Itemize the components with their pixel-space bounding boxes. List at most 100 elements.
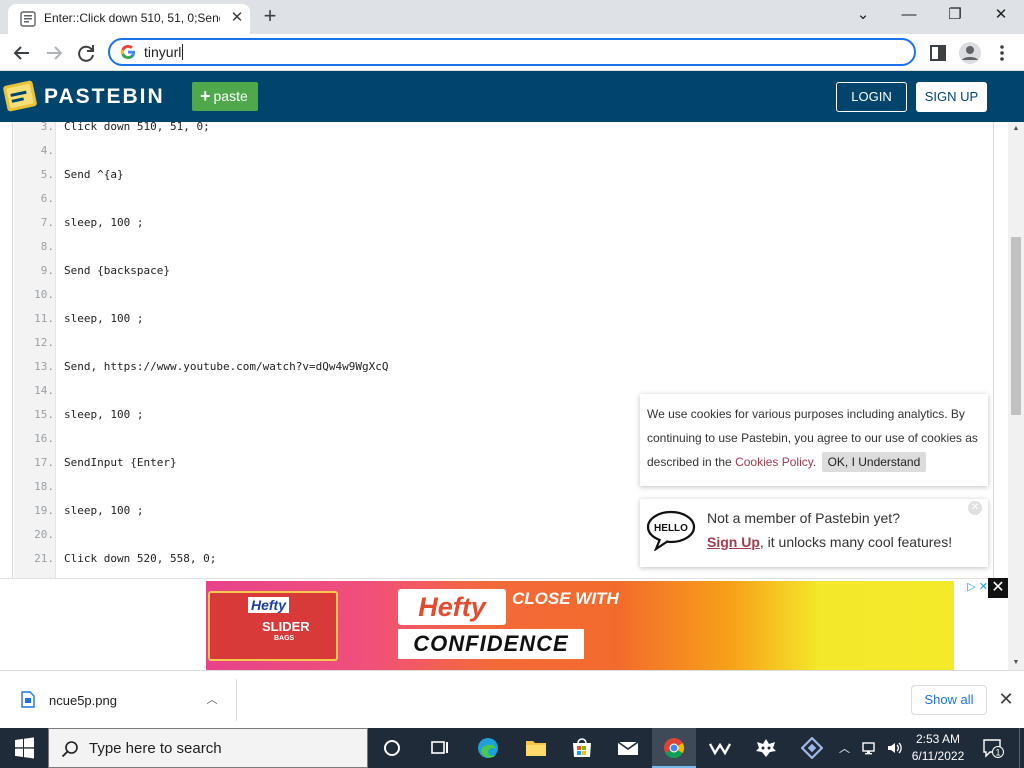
line-number: 12.: [34, 336, 54, 349]
member-prompt-text: Not a member of Pastebin yet?: [707, 510, 900, 526]
code-line: 12.: [14, 331, 994, 355]
mail-icon[interactable]: [606, 728, 650, 768]
windows-taskbar: Type here to search ︿ 2:53 AM 6/11/2022 …: [0, 728, 1024, 768]
tab-title: Enter::Click down 510, 51, 0;Send: [44, 11, 220, 25]
ad-product-box-image: Hefty SLIDER BAGS: [208, 591, 338, 661]
ad-box-sub: BAGS: [274, 635, 295, 642]
signup-button[interactable]: SIGN UP: [916, 82, 987, 112]
vpn-app-icon[interactable]: [698, 728, 742, 768]
clock-date[interactable]: 6/11/2022: [910, 749, 966, 763]
chevron-up-icon[interactable]: ︿: [203, 691, 221, 709]
line-code: Send {backspace}: [64, 264, 170, 277]
tab-close-icon[interactable]: ✕: [228, 9, 246, 27]
downloads-divider: [236, 679, 237, 721]
line-number: 13.: [34, 360, 54, 373]
line-number: 19.: [34, 504, 54, 517]
line-number: 4.: [40, 144, 54, 157]
adchoices-icon[interactable]: ▷ ✕: [958, 580, 988, 596]
svg-text:HELLO: HELLO: [654, 523, 688, 534]
clock-time[interactable]: 2:53 AM: [912, 732, 964, 746]
profile-avatar-icon[interactable]: [957, 40, 983, 66]
signup-prompt: HELLO Not a member of Pastebin yet? Sign…: [640, 499, 988, 567]
line-number: 14.: [34, 384, 54, 397]
ad-headline: CLOSE WITH: [512, 589, 619, 608]
new-tab-button[interactable]: +: [258, 5, 282, 29]
png-file-icon: [21, 691, 35, 708]
side-panel-icon[interactable]: [925, 40, 951, 66]
browser-tab-strip: Enter::Click down 510, 51, 0;Send ✕ + ⌄ …: [0, 0, 1024, 34]
line-number: 3.: [40, 122, 54, 133]
menu-kebab-icon[interactable]: [989, 40, 1015, 66]
line-number: 15.: [34, 408, 54, 421]
game-app-icon[interactable]: [744, 728, 788, 768]
back-arrow-icon[interactable]: [9, 40, 35, 66]
new-paste-button[interactable]: + paste: [192, 82, 258, 111]
close-downloads-icon[interactable]: ✕: [996, 689, 1016, 709]
new-paste-label: paste: [213, 88, 248, 104]
close-icon[interactable]: ✕: [968, 501, 982, 515]
file-explorer-icon[interactable]: [514, 728, 558, 768]
task-view-icon[interactable]: [418, 728, 462, 768]
restore-button[interactable]: ❐: [932, 0, 978, 30]
address-bar-text: tinyurl: [144, 44, 184, 60]
code-line: 6.: [14, 187, 994, 211]
forward-arrow-icon[interactable]: [41, 40, 67, 66]
close-window-button[interactable]: ✕: [978, 0, 1024, 30]
download-filename[interactable]: ncue5p.png: [49, 693, 117, 708]
hello-speech-bubble-icon: HELLO: [646, 510, 696, 551]
ad-box-product: SLIDER: [262, 619, 310, 634]
volume-icon[interactable]: [886, 740, 904, 756]
ad-brand-logo: Hefty: [398, 589, 506, 625]
scroll-up-arrow-icon[interactable]: ▲: [1008, 122, 1024, 136]
code-line: 3. Click down 510, 51, 0;: [14, 122, 994, 139]
line-number: 16.: [34, 432, 54, 445]
show-all-downloads-button[interactable]: Show all: [911, 685, 987, 715]
line-code: sleep, 100 ;: [64, 504, 144, 517]
line-number: 21.: [34, 552, 54, 565]
tab-search-icon[interactable]: ⌄: [840, 0, 886, 30]
code-line: 10.: [14, 283, 994, 307]
login-button[interactable]: LOGIN: [836, 82, 907, 112]
cookie-accept-button[interactable]: OK, I Understand: [821, 452, 927, 472]
code-line: 9. Send {backspace}: [14, 259, 994, 283]
show-desktop-button[interactable]: [1019, 728, 1024, 768]
cookie-text-end: .: [812, 455, 817, 469]
minimize-button[interactable]: —: [886, 0, 932, 30]
tray-overflow-icon[interactable]: ︿: [839, 740, 850, 756]
cookies-policy-link[interactable]: Cookies Policy: [735, 455, 813, 469]
scroll-down-arrow-icon[interactable]: ▼: [1008, 656, 1024, 670]
line-number: 17.: [34, 456, 54, 469]
microsoft-store-icon[interactable]: [560, 728, 604, 768]
line-code: Send ^{a}: [64, 168, 124, 181]
diamond-app-icon[interactable]: [790, 728, 834, 768]
member-prompt-cta-rest: , it unlocks many cool features!: [759, 534, 953, 550]
notification-center-icon[interactable]: 1: [982, 738, 1004, 758]
pastebin-logo-icon[interactable]: [2, 78, 38, 114]
ad-close-button[interactable]: ✕: [988, 578, 1008, 598]
downloads-bar: ncue5p.png ︿ Show all ✕: [0, 670, 1024, 728]
scrollbar-thumb[interactable]: [1011, 237, 1021, 415]
line-number: 18.: [34, 480, 54, 493]
member-prompt-cta: Sign Up, it unlocks many cool features!: [707, 534, 952, 550]
edge-browser-icon[interactable]: [466, 728, 510, 768]
code-line: 13. Send, https://www.youtube.com/watch?v…: [14, 355, 994, 379]
google-icon: [120, 45, 135, 59]
cortana-icon[interactable]: [370, 728, 414, 768]
chrome-browser-icon[interactable]: [652, 728, 696, 768]
line-number: 11.: [34, 312, 54, 325]
line-code: sleep, 100 ;: [64, 408, 144, 421]
address-bar[interactable]: tinyurl: [108, 38, 916, 66]
windows-start-icon[interactable]: [0, 728, 48, 768]
taskbar-search-box[interactable]: Type here to search: [48, 728, 368, 768]
pastebin-brand[interactable]: PASTEBIN: [44, 85, 165, 109]
code-line: 5. Send ^{a}: [14, 163, 994, 187]
hefty-ad-banner[interactable]: Hefty SLIDER BAGS Hefty CLOSE WITH CONFI…: [206, 581, 954, 670]
code-line: 7. sleep, 100 ;: [14, 211, 994, 235]
browser-tab[interactable]: Enter::Click down 510, 51, 0;Send ✕: [8, 4, 250, 34]
line-code: Click down 510, 51, 0;: [64, 122, 210, 133]
network-icon[interactable]: [862, 740, 880, 756]
line-number: 10.: [34, 288, 54, 301]
reload-icon[interactable]: [73, 40, 99, 66]
line-code: SendInput {Enter}: [64, 456, 177, 469]
member-signup-link[interactable]: Sign Up: [707, 534, 760, 550]
